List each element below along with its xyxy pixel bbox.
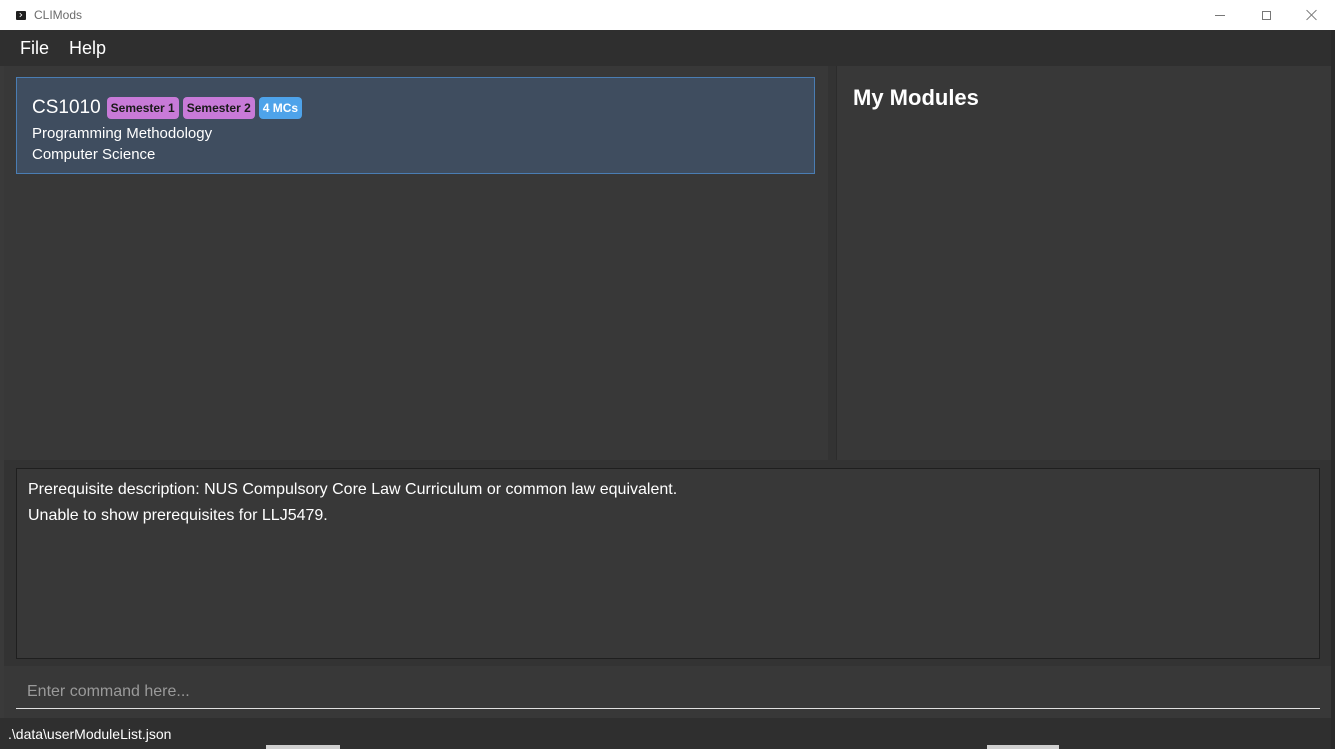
app-window: CLIMods File Help CS1010 Semester 1 Seme…	[0, 0, 1335, 749]
title-bar[interactable]: CLIMods	[0, 0, 1335, 30]
window-title: CLIMods	[34, 8, 83, 22]
module-header: CS1010 Semester 1 Semester 2 4 MCs	[32, 97, 304, 119]
save-file-path: .\data\userModuleList.json	[8, 725, 172, 742]
pane-splitter[interactable]	[828, 66, 836, 460]
module-department: Computer Science	[32, 146, 156, 163]
my-modules-panel[interactable]: My Modules	[836, 66, 1332, 460]
menu-file[interactable]: File	[10, 38, 59, 59]
semester-badge: Semester 1	[106, 97, 179, 119]
command-input[interactable]	[16, 675, 1320, 709]
maximize-button[interactable]	[1243, 0, 1289, 30]
app-terminal-icon	[16, 10, 26, 20]
credits-badge: 4 MCs	[258, 97, 303, 119]
status-bar: .\data\userModuleList.json	[0, 718, 1331, 749]
window-controls	[1197, 0, 1335, 30]
result-line: Unable to show prerequisites for LLJ5479…	[28, 507, 328, 524]
my-modules-heading: My Modules	[853, 85, 979, 110]
result-panel: Prerequisite description: NUS Compulsory…	[4, 460, 1331, 666]
close-icon	[1306, 9, 1318, 21]
module-title: Programming Methodology	[32, 125, 213, 142]
left-scroll-thumb[interactable]	[266, 745, 340, 749]
window-edge	[1331, 30, 1335, 749]
minimize-button[interactable]	[1197, 0, 1243, 30]
right-scroll-thumb[interactable]	[987, 745, 1059, 749]
command-box	[4, 666, 1331, 718]
module-card[interactable]: CS1010 Semester 1 Semester 2 4 MCs Progr…	[16, 77, 815, 174]
module-list-panel[interactable]: CS1010 Semester 1 Semester 2 4 MCs Progr…	[4, 66, 829, 460]
module-code: CS1010	[32, 97, 101, 118]
minimize-icon	[1215, 14, 1225, 16]
menu-bar: File Help	[0, 30, 1335, 66]
semester-badge: Semester 2	[182, 97, 255, 119]
menu-help[interactable]: Help	[59, 38, 116, 59]
result-line: Prerequisite description: NUS Compulsory…	[28, 481, 678, 498]
close-button[interactable]	[1289, 0, 1335, 30]
result-display[interactable]: Prerequisite description: NUS Compulsory…	[16, 468, 1320, 659]
maximize-icon	[1261, 10, 1271, 20]
